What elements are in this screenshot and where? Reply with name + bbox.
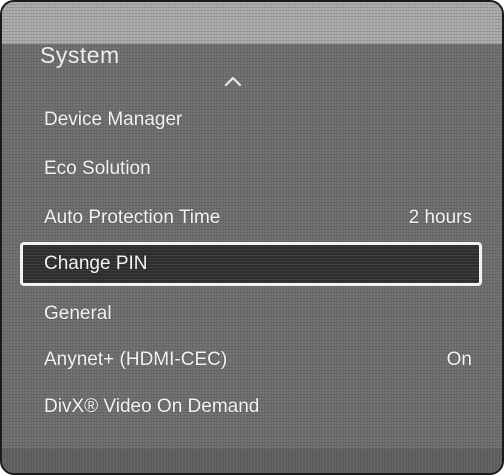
menu-item-label: Auto Protection Time [44,207,221,228]
menu-item-label: Eco Solution [44,158,151,179]
menu-item-change-pin[interactable]: Change PIN [20,242,482,286]
menu-item-label: Change PIN [44,253,148,274]
menu-item-value: 2 hours [408,207,472,228]
menu-item-value: On [446,349,472,370]
menu-item-device-manager[interactable]: Device Manager [20,98,482,142]
chevron-up-icon[interactable] [223,74,243,88]
menu-item-label: General [44,303,112,324]
menu-item-general[interactable]: General [20,292,482,336]
menu-item-anynet-hdmi-cec[interactable]: Anynet+ (HDMI-CEC) On [20,338,482,382]
header-band [2,2,502,44]
system-menu-panel: System Device Manager Eco Solution Auto … [0,0,504,475]
menu-item-label: Device Manager [44,109,183,130]
menu-item-divx-video-on-demand[interactable]: DivX® Video On Demand [20,385,482,429]
menu-title: System [40,42,120,68]
menu-item-eco-solution[interactable]: Eco Solution [20,147,482,191]
menu-item-auto-protection-time[interactable]: Auto Protection Time 2 hours [20,196,482,240]
bottom-strip [2,449,502,473]
menu-item-label: Anynet+ (HDMI-CEC) [44,349,228,370]
menu-item-label: DivX® Video On Demand [44,396,260,417]
